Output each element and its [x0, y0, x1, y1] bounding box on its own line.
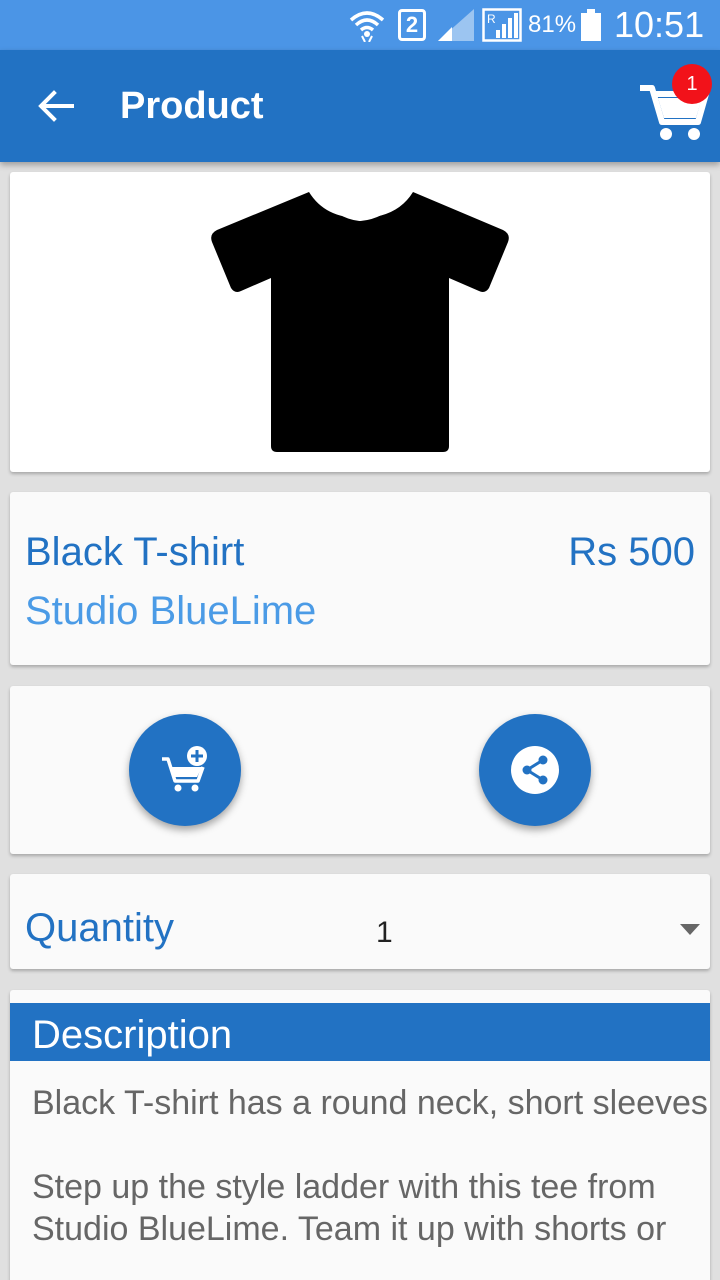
cart-count-badge: 1	[672, 64, 712, 104]
clock: 10:51	[614, 4, 705, 45]
svg-text:R: R	[487, 12, 496, 26]
product-name: Black T-shirt	[25, 530, 245, 574]
description-header: Description	[10, 1003, 710, 1061]
back-arrow-icon[interactable]	[28, 78, 84, 134]
product-price: Rs 500	[568, 530, 695, 574]
quantity-dropdown-value[interactable]: 1	[376, 916, 393, 950]
actions-card	[10, 686, 710, 854]
share-button[interactable]	[479, 714, 591, 826]
product-image-card	[10, 172, 710, 472]
add-to-cart-button[interactable]	[129, 714, 241, 826]
description-text: Black T-shirt has a round neck, short sl…	[32, 1084, 710, 1248]
description-card: Description Black T-shirt has a round ne…	[10, 990, 710, 1280]
battery-icon	[580, 0, 602, 50]
sim-2-icon: 2	[398, 0, 426, 50]
battery-percent: 81%	[528, 11, 577, 38]
status-bar: 2 R 81% 10:51	[0, 0, 720, 50]
signal-icon	[438, 0, 474, 50]
roaming-signal-icon: R	[482, 0, 522, 50]
dropdown-arrow-icon[interactable]	[680, 924, 700, 935]
description-title: Description	[32, 1013, 233, 1057]
sim-slot-label: 2	[398, 9, 426, 41]
quantity-label: Quantity	[25, 906, 174, 950]
page-title: Product	[120, 85, 264, 127]
tshirt-image	[211, 190, 509, 452]
share-icon	[511, 746, 559, 794]
wifi-icon	[348, 0, 386, 50]
app-bar: Product	[0, 50, 720, 162]
product-info-card: Black T-shirt Rs 500 Studio BlueLime	[10, 492, 710, 665]
add-to-cart-icon	[162, 746, 207, 792]
product-brand[interactable]: Studio BlueLime	[25, 587, 316, 635]
quantity-card: Quantity 1	[10, 874, 710, 969]
